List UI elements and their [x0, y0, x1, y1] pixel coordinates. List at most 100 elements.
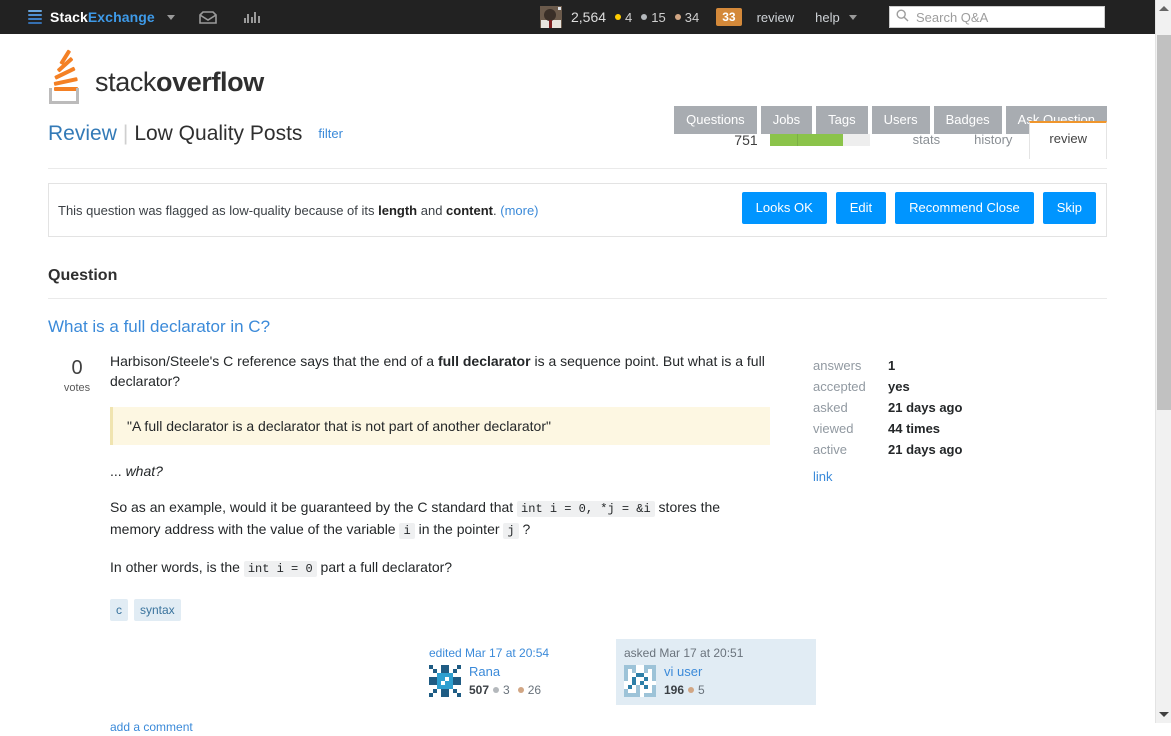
- question-blockquote: "A full declarator is a declarator that …: [110, 407, 770, 445]
- edited-timestamp[interactable]: edited Mar 17 at 20:54: [429, 646, 613, 660]
- question-title-link[interactable]: What is a full declarator in C?: [48, 317, 270, 336]
- question-link[interactable]: link: [813, 469, 833, 484]
- help-chevron-down-icon[interactable]: [848, 14, 857, 20]
- flag-more-link[interactable]: (more): [500, 203, 538, 218]
- stat-row-answers: answers 1: [813, 355, 962, 376]
- p3-c: in the pointer: [414, 521, 504, 537]
- asker-bronze-count: 5: [698, 683, 705, 697]
- header-divider: [48, 168, 1107, 169]
- search-input[interactable]: [914, 8, 1094, 26]
- question-body-wrapper: 0 votes Harbison/Steele's C reference sa…: [48, 351, 1107, 621]
- identicon-avatar[interactable]: [624, 665, 656, 697]
- question-post-text: Harbison/Steele's C reference says that …: [110, 351, 770, 621]
- review-notice-bar: This question was flagged as low-quality…: [48, 183, 1107, 237]
- vote-cell: 0 votes: [54, 357, 100, 394]
- review-actions: Looks OK Edit Recommend Close Skip: [741, 192, 1096, 224]
- bronze-badge-icon: [517, 687, 524, 693]
- add-comment-area: add a comment: [110, 718, 1107, 736]
- inbox-icon: [199, 10, 217, 24]
- question-section: Question What is a full declarator in C?…: [48, 267, 1107, 736]
- stackoverflow-wordmark: stackoverflow: [95, 67, 264, 98]
- question-section-heading: Question: [48, 267, 118, 284]
- review-header: Review | Low Quality Posts filter 751 stats…: [48, 121, 1107, 168]
- review-header-right: 751 stats history review: [734, 121, 1107, 160]
- editor-reputation-row: 507 3 26: [469, 683, 541, 697]
- p4-a: In other words, is the: [110, 559, 244, 575]
- p2-italic: what?: [125, 463, 163, 479]
- skip-button[interactable]: Skip: [1042, 192, 1096, 224]
- tab-history[interactable]: history: [957, 122, 1029, 159]
- review-link[interactable]: review: [757, 10, 795, 25]
- scrollbar-thumb[interactable]: [1157, 35, 1171, 410]
- inline-code-4: int i = 0: [243, 561, 317, 577]
- add-comment-link[interactable]: add a comment: [110, 720, 193, 734]
- bronze-badge-count: 34: [684, 9, 700, 25]
- stackoverflow-logo-icon: [47, 49, 87, 104]
- stat-value-answers: 1: [888, 358, 896, 373]
- tab-review[interactable]: review: [1029, 121, 1107, 159]
- badge-counts: 4 15 34: [615, 10, 699, 25]
- question-stats: answers 1 accepted yes asked 21 days ago…: [813, 355, 1113, 486]
- stat-row-active: active 21 days ago: [813, 439, 962, 460]
- recommend-close-button[interactable]: Recommend Close: [895, 192, 1034, 224]
- flag-text-before: This question was flagged as low-quality…: [58, 202, 379, 218]
- filter-link[interactable]: filter: [318, 126, 343, 141]
- brand-suffix: Exchange: [87, 9, 155, 25]
- vote-count: 0: [71, 357, 83, 379]
- question-paragraph-2: ... what?: [110, 461, 770, 481]
- tag-syntax[interactable]: syntax: [134, 599, 181, 621]
- tab-stats[interactable]: stats: [896, 122, 957, 159]
- inline-code-3: j: [503, 523, 519, 539]
- asker-signature-card: asked Mar 17 at 20:51 vi user 196 5: [616, 639, 816, 705]
- vote-label: votes: [63, 382, 91, 394]
- achievements-button[interactable]: [239, 0, 265, 34]
- stat-key-viewed: viewed: [813, 421, 854, 436]
- achievements-icon: [243, 11, 260, 23]
- p3-d: ?: [518, 521, 531, 537]
- bronze-badge-icon: [674, 14, 681, 20]
- asker-username[interactable]: vi user: [664, 665, 705, 679]
- bronze-badge-icon: [688, 687, 695, 693]
- review-progress-count: 751: [734, 132, 758, 148]
- topbar-left-group: StackExchange: [28, 0, 265, 34]
- stack-exchange-brand[interactable]: StackExchange: [50, 9, 155, 25]
- chevron-down-icon[interactable]: [166, 14, 175, 20]
- gold-badge-icon: [615, 14, 622, 20]
- breadcrumb-review-link[interactable]: Review: [48, 122, 117, 145]
- asker-reputation: 196: [664, 683, 685, 697]
- question-paragraph-1: Harbison/Steele's C reference says that …: [110, 351, 770, 391]
- editor-silver-count: 3: [503, 683, 510, 697]
- identicon-avatar[interactable]: [429, 665, 461, 697]
- search-box[interactable]: [889, 6, 1105, 28]
- main-content: Review | Low Quality Posts filter 751 stats…: [0, 121, 1155, 736]
- editor-username[interactable]: Rana: [469, 665, 541, 679]
- flag-reason-text: This question was flagged as low-quality…: [49, 203, 539, 218]
- inbox-button[interactable]: [195, 0, 221, 34]
- silver-badge-icon: [493, 687, 500, 693]
- scroll-down-arrow-icon[interactable]: [1156, 706, 1171, 723]
- question-stats-table: answers 1 accepted yes asked 21 days ago…: [813, 355, 962, 460]
- edit-button[interactable]: Edit: [835, 192, 887, 224]
- avatar[interactable]: [540, 6, 562, 28]
- scroll-up-arrow-icon[interactable]: [1156, 0, 1171, 17]
- silver-badge-count: 15: [651, 9, 666, 25]
- help-link[interactable]: help: [815, 10, 840, 25]
- silver-badge-icon: [641, 14, 648, 20]
- tag-c[interactable]: c: [110, 599, 128, 621]
- page-scrollbar[interactable]: [1155, 0, 1171, 723]
- question-divider: [48, 298, 1107, 299]
- gold-badge-count: 4: [625, 9, 633, 25]
- editor-bronze-count: 26: [527, 683, 542, 697]
- stat-key-asked: asked: [813, 400, 848, 415]
- stat-value-viewed: 44 times: [888, 421, 941, 436]
- review-tabs: stats history review: [896, 121, 1107, 160]
- review-title: Review | Low Quality Posts filter: [48, 122, 343, 146]
- topbar-user-group: 2,564 4 15 34 33 review help: [540, 0, 857, 34]
- stackoverflow-logo[interactable]: stackoverflow: [47, 49, 264, 104]
- review-progress: 751: [734, 132, 870, 148]
- brand-prefix: Stack: [50, 9, 88, 25]
- reputation-value[interactable]: 2,564: [571, 9, 606, 25]
- question-paragraph-4: In other words, is the int i = 0 part a …: [110, 557, 770, 579]
- review-queue-count-badge[interactable]: 33: [716, 8, 742, 26]
- looks-ok-button[interactable]: Looks OK: [741, 192, 827, 224]
